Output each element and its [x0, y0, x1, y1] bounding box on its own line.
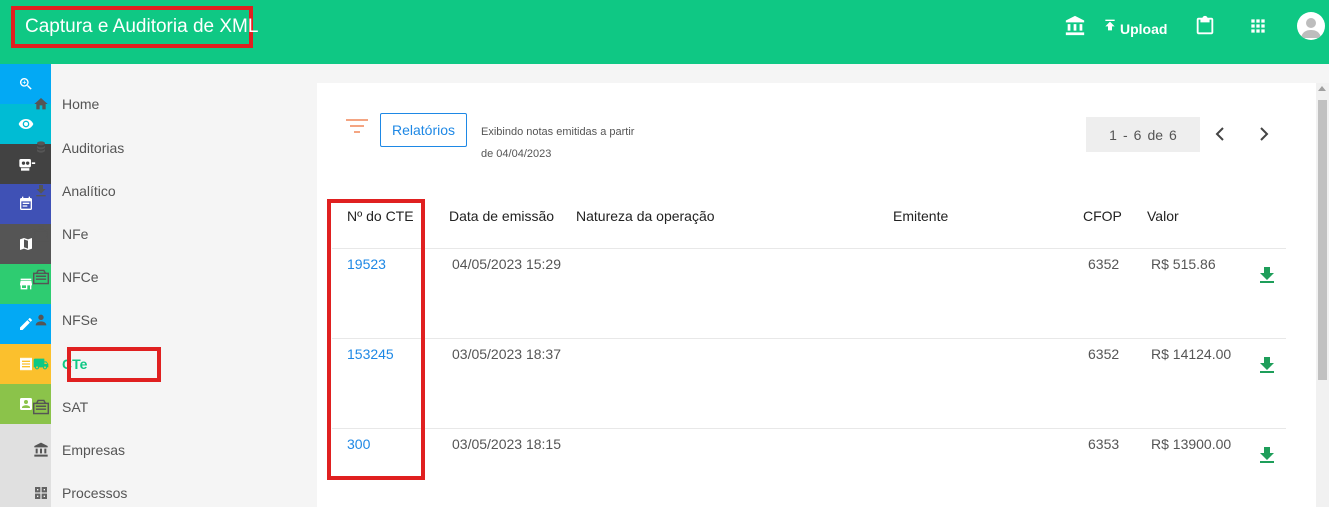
- column-header-emitente[interactable]: Emitente: [893, 208, 948, 224]
- clipboard-icon[interactable]: [1193, 14, 1217, 38]
- apps-grid-icon[interactable]: [1246, 14, 1270, 38]
- upload-button[interactable]: Upload: [1102, 16, 1167, 37]
- app-title: Captura e Auditoria de XML: [11, 6, 258, 48]
- valor-value: R$ 14124.00: [1151, 346, 1232, 362]
- sidebar-item-sat[interactable]: SAT: [32, 392, 88, 422]
- chevron-left-icon[interactable]: [1212, 125, 1228, 143]
- sidebar-item-analitico[interactable]: Analítico: [32, 176, 116, 206]
- column-header-natureza[interactable]: Natureza da operação: [576, 208, 715, 224]
- scrollbar-thumb[interactable]: [1318, 100, 1327, 380]
- scroll-up-icon[interactable]: [1318, 86, 1326, 91]
- chevron-right-icon[interactable]: [1256, 125, 1272, 143]
- cfop-value: 6353: [1088, 436, 1120, 452]
- sidebar-item-auditorias[interactable]: Auditorias: [32, 133, 124, 163]
- sidebar-item-nfe[interactable]: NFe: [32, 219, 88, 249]
- sidebar-item-nfse[interactable]: NFSe: [32, 305, 98, 335]
- download-icon[interactable]: [1259, 446, 1275, 464]
- sidebar-item-empresas[interactable]: Empresas: [32, 435, 125, 465]
- account-icon[interactable]: [1297, 12, 1325, 40]
- home-icon: [32, 95, 50, 113]
- upload-icon: [1102, 16, 1118, 37]
- process-icon: [32, 484, 50, 502]
- stack-icon: [32, 139, 50, 157]
- upload-label: Upload: [1120, 21, 1168, 37]
- emission-date: 03/05/2023 18:15: [452, 436, 561, 452]
- valor-value: R$ 13900.00: [1151, 436, 1232, 452]
- download-icon[interactable]: [1259, 356, 1275, 374]
- emission-date: 04/05/2023 15:29: [452, 256, 561, 272]
- sidebar-item-processos[interactable]: Processos: [32, 478, 127, 507]
- pagination-status: 1 - 6 de 6: [1086, 117, 1200, 152]
- cte-column-highlight-box: [327, 199, 425, 480]
- emission-date: 03/05/2023 18:37: [452, 346, 561, 362]
- cfop-value: 6352: [1088, 346, 1120, 362]
- bank-icon[interactable]: [1063, 14, 1087, 38]
- receipt-icon: [32, 398, 50, 416]
- person-icon: [32, 311, 50, 329]
- valor-value: R$ 515.86: [1151, 256, 1216, 272]
- sidebar-item-nfce[interactable]: NFCe: [32, 262, 99, 292]
- download-icon: [32, 182, 50, 200]
- receipt-icon: [32, 225, 50, 243]
- filter-icon[interactable]: [346, 118, 368, 141]
- relatorios-button[interactable]: Relatórios: [380, 113, 467, 147]
- download-icon[interactable]: [1259, 266, 1275, 284]
- column-header-data[interactable]: Data de emissão: [449, 208, 554, 224]
- cte-highlight-box: [67, 347, 161, 382]
- row-divider: [332, 428, 1286, 429]
- column-header-cfop[interactable]: CFOP: [1083, 208, 1122, 224]
- cfop-value: 6352: [1088, 256, 1120, 272]
- row-divider: [332, 338, 1286, 339]
- truck-icon: [32, 355, 50, 373]
- sidebar-item-home[interactable]: Home: [32, 89, 99, 119]
- date-filter-info: Exibindo notas emitidas a partir de 04/0…: [481, 126, 635, 160]
- bank-icon: [32, 441, 50, 459]
- receipt-icon: [32, 268, 50, 286]
- column-header-valor[interactable]: Valor: [1147, 208, 1179, 224]
- row-divider: [332, 248, 1286, 249]
